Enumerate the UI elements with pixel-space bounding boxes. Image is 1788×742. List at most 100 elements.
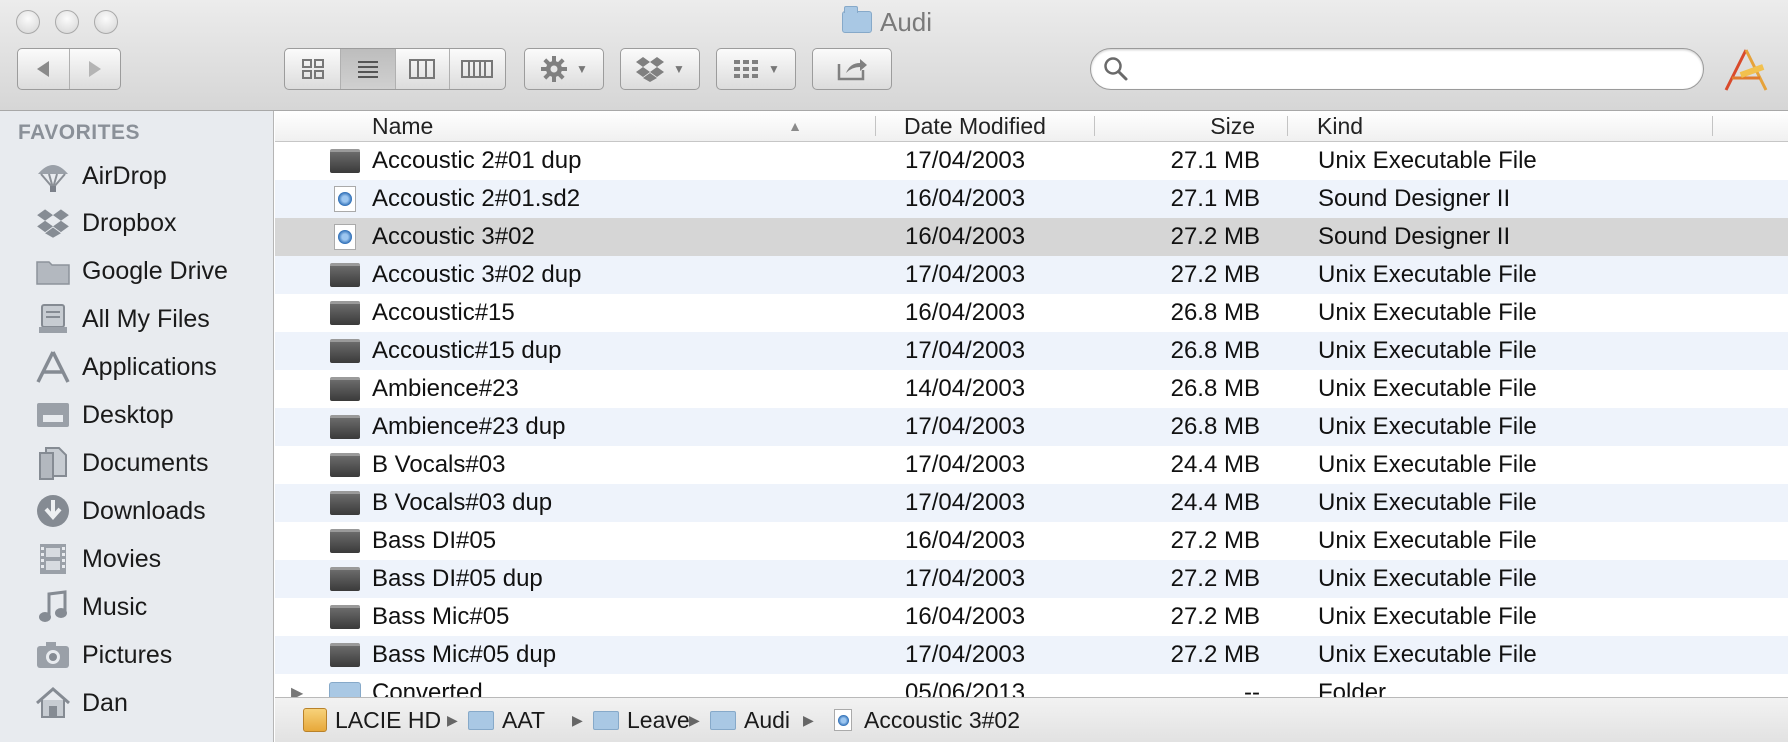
path-item-accoustic-3-02[interactable]: Accoustic 3#02	[834, 698, 1020, 742]
sidebar: FAVORITES AirDrop Dropbox Google Drive A…	[0, 111, 274, 742]
executable-file-icon	[328, 256, 362, 294]
file-row[interactable]: Ambience#23 dup 17/04/2003 26.8 MB Unix Exe…	[275, 408, 1788, 446]
sidebar-item-movies[interactable]: Movies	[0, 537, 273, 581]
cover-flow-view-button[interactable]	[450, 49, 505, 89]
share-button[interactable]	[812, 48, 892, 90]
back-button[interactable]	[18, 49, 70, 89]
file-row[interactable]: Bass DI#05 16/04/2003 27.2 MB Unix Executab…	[275, 522, 1788, 560]
file-size: --	[1244, 679, 1260, 697]
file-row[interactable]: Bass Mic#05 dup 17/04/2003 27.2 MB Unix Exe…	[275, 636, 1788, 674]
file-row[interactable]: B Vocals#03 dup 17/04/2003 24.4 MB Unix Exe…	[275, 484, 1788, 522]
executable-file-icon	[328, 560, 362, 598]
view-mode-control	[284, 48, 506, 90]
path-item-audi[interactable]: Audi	[710, 698, 790, 742]
xcode-icon	[1724, 49, 1768, 91]
xcode-toolbar-icon[interactable]	[1720, 46, 1770, 96]
column-divider	[875, 116, 876, 136]
file-date-modified: 17/04/2003	[905, 565, 1026, 592]
file-row[interactable]: Ambience#23 14/04/2003 26.8 MB Unix Executa…	[275, 370, 1788, 408]
file-row[interactable]: B Vocals#03 17/04/2003 24.4 MB Unix Executa…	[275, 446, 1788, 484]
size-column-header[interactable]: Size	[1105, 111, 1255, 141]
sidebar-item-applications[interactable]: Applications	[0, 345, 273, 389]
executable-file-icon	[328, 522, 362, 560]
minimize-window-button[interactable]	[55, 10, 79, 34]
sidebar-item-pictures[interactable]: Pictures	[0, 633, 273, 677]
file-size: 27.2 MB	[1170, 641, 1260, 668]
file-kind: Unix Executable File	[1318, 489, 1537, 516]
applications-icon	[32, 349, 74, 385]
file-name: Bass Mic#05 dup	[372, 641, 557, 668]
sound-file-icon	[834, 709, 852, 731]
zoom-window-button[interactable]	[94, 10, 118, 34]
desktop-icon	[32, 397, 74, 433]
date-modified-column-header[interactable]: Date Modified	[904, 111, 1084, 141]
file-size: 26.8 MB	[1170, 375, 1260, 402]
downloads-icon	[32, 493, 74, 529]
file-name: Bass DI#05	[372, 527, 497, 554]
file-name: Converted	[372, 679, 483, 697]
file-size: 27.1 MB	[1170, 147, 1260, 174]
executable-file-icon	[328, 598, 362, 636]
search-field[interactable]	[1090, 48, 1704, 90]
pictures-icon	[32, 637, 74, 673]
executable-file-icon	[328, 370, 362, 408]
list-view-button[interactable]	[341, 49, 396, 89]
disclosure-triangle-icon[interactable]: ▶	[291, 674, 303, 697]
file-name: Ambience#23 dup	[372, 413, 566, 440]
sidebar-item-dan[interactable]: Dan	[0, 681, 273, 725]
file-row[interactable]: Bass Mic#05 16/04/2003 27.2 MB Unix Executa…	[275, 598, 1788, 636]
folder-icon	[32, 253, 74, 289]
path-separator-icon: ▶	[447, 711, 458, 728]
path-item-leave[interactable]: Leave	[593, 698, 690, 742]
sort-ascending-icon: ▲	[788, 118, 802, 134]
file-kind: Folder	[1318, 679, 1387, 697]
file-row[interactable]: Accoustic 2#01.sd2 16/04/2003 27.1 MB Sound…	[275, 180, 1788, 218]
column-view-icon	[409, 59, 436, 79]
sidebar-item-desktop[interactable]: Desktop	[0, 393, 273, 437]
file-size: 24.4 MB	[1170, 489, 1260, 516]
file-row[interactable]: Bass DI#05 dup 17/04/2003 27.2 MB Unix Exec…	[275, 560, 1788, 598]
file-size: 26.8 MB	[1170, 299, 1260, 326]
search-input[interactable]	[1135, 55, 1689, 85]
file-row[interactable]: Accoustic 2#01 dup 17/04/2003 27.1 MB Unix …	[275, 142, 1788, 180]
sidebar-item-downloads[interactable]: Downloads	[0, 489, 273, 533]
file-row[interactable]: Accoustic#15 16/04/2003 26.8 MB Unix Execut…	[275, 294, 1788, 332]
sidebar-item-dropbox[interactable]: Dropbox	[0, 201, 273, 245]
path-separator-icon: ▶	[803, 711, 814, 728]
file-row[interactable]: Accoustic 3#02 dup 17/04/2003 27.2 MB Unix …	[275, 256, 1788, 294]
file-row[interactable]: Accoustic 3#02 16/04/2003 27.2 MB Sound Des…	[275, 218, 1788, 256]
sidebar-item-airdrop[interactable]: AirDrop	[0, 154, 273, 198]
path-item-aat[interactable]: AAT	[468, 698, 545, 742]
sidebar-item-music[interactable]: Music	[0, 585, 273, 629]
file-date-modified: 05/06/2013	[905, 679, 1026, 697]
back-forward-control	[17, 48, 121, 90]
sidebar-item-all-my-files[interactable]: All My Files	[0, 297, 273, 341]
all-files-icon	[32, 301, 74, 337]
file-row[interactable]: ▶ Converted 05/06/2013 -- Folder	[275, 674, 1788, 697]
file-row[interactable]: Accoustic#15 dup 17/04/2003 26.8 MB Unix Ex…	[275, 332, 1788, 370]
folder-icon	[468, 710, 494, 730]
path-separator-icon: ▶	[572, 711, 583, 728]
icon-view-button[interactable]	[285, 49, 342, 89]
arrange-menu-button[interactable]: ▼	[716, 48, 796, 90]
path-item-lacie-hd[interactable]: LACIE HD	[303, 698, 441, 742]
forward-arrow-icon	[88, 61, 101, 77]
folder-icon	[593, 710, 619, 730]
column-header-row: Name ▲ Date Modified Size Kind	[275, 111, 1788, 142]
file-name: Accoustic#15 dup	[372, 337, 562, 364]
file-kind: Sound Designer II	[1318, 223, 1511, 250]
dropbox-menu-button[interactable]: ▼	[620, 48, 700, 90]
file-date-modified: 17/04/2003	[905, 489, 1026, 516]
column-view-button[interactable]	[396, 49, 450, 89]
airdrop-icon	[32, 158, 74, 194]
file-list: Name ▲ Date Modified Size Kind Accoustic…	[275, 111, 1788, 697]
kind-column-header[interactable]: Kind	[1317, 111, 1617, 141]
file-kind: Unix Executable File	[1318, 299, 1537, 326]
forward-button[interactable]	[70, 49, 121, 89]
close-window-button[interactable]	[16, 10, 40, 34]
sidebar-item-documents[interactable]: Documents	[0, 441, 273, 485]
name-column-header[interactable]: Name ▲	[372, 111, 812, 141]
action-menu-button[interactable]: ▼	[524, 48, 604, 90]
sidebar-item-google-drive[interactable]: Google Drive	[0, 249, 273, 293]
file-name: B Vocals#03	[372, 451, 506, 478]
